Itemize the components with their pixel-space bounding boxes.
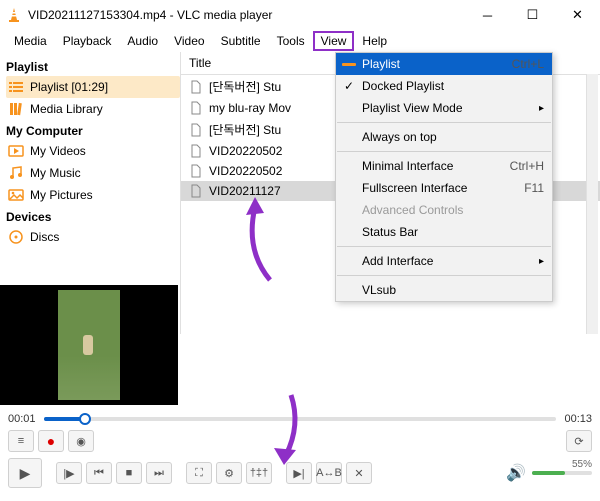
- sidebar-item-label: My Videos: [30, 144, 86, 158]
- title-bar: VID20211127153304.mp4 - VLC media player…: [0, 0, 600, 30]
- sidebar-item-label: Media Library: [30, 102, 103, 116]
- menu-audio[interactable]: Audio: [119, 31, 166, 51]
- maximize-button[interactable]: ☐: [510, 0, 555, 30]
- ab-loop-button[interactable]: A↔B: [316, 462, 342, 484]
- document-icon: [189, 80, 203, 94]
- menu-tools[interactable]: Tools: [269, 31, 313, 51]
- sidebar-item-label: My Music: [30, 166, 81, 180]
- time-current: 00:01: [8, 413, 36, 425]
- dd-item-playlist[interactable]: PlaylistCtrl+L: [336, 53, 552, 75]
- sidebar-item-playlist[interactable]: Playlist [01:29]: [6, 76, 180, 98]
- window-title: VID20211127153304.mp4 - VLC media player: [28, 8, 465, 22]
- sidebar-item-my-pictures[interactable]: My Pictures: [6, 184, 180, 206]
- dd-separator: [337, 246, 551, 247]
- annotation-arrow-up: [230, 195, 290, 285]
- playlist-toggle-button[interactable]: ≡: [8, 430, 34, 452]
- sidebar-item-my-videos[interactable]: My Videos: [6, 140, 180, 162]
- record-button[interactable]: ●: [38, 430, 64, 452]
- sidebar-item-my-music[interactable]: My Music: [6, 162, 180, 184]
- document-icon: [189, 184, 203, 198]
- scrollbar[interactable]: [586, 74, 598, 334]
- dd-item-add-interface[interactable]: Add Interface: [336, 250, 552, 272]
- sidebar-item-label: My Pictures: [30, 188, 93, 202]
- time-total: 00:13: [564, 413, 592, 425]
- sidebar-item-label: Discs: [30, 230, 59, 244]
- loop-button[interactable]: ⟳: [566, 430, 592, 452]
- volume-label: 55%: [572, 459, 592, 470]
- document-icon: [189, 123, 203, 137]
- dd-separator: [337, 151, 551, 152]
- music-icon: [8, 165, 24, 181]
- dd-item-status-bar[interactable]: Status Bar: [336, 221, 552, 243]
- menu-view[interactable]: View: [313, 31, 355, 51]
- menu-media[interactable]: Media: [6, 31, 55, 51]
- disc-icon: [8, 229, 24, 245]
- menu-video[interactable]: Video: [166, 31, 212, 51]
- document-icon: [189, 144, 203, 158]
- dd-item-playlist-view-mode[interactable]: Playlist View Mode: [336, 97, 552, 119]
- sidebar-item-discs[interactable]: Discs: [6, 226, 180, 248]
- media-library-icon: [8, 101, 24, 117]
- vlc-cone-icon: [6, 7, 22, 23]
- dd-separator: [337, 275, 551, 276]
- volume-fill: [532, 471, 565, 475]
- menu-bar: Media Playback Audio Video Subtitle Tool…: [0, 30, 600, 52]
- volume-track[interactable]: [532, 471, 592, 475]
- dd-item-docked-playlist[interactable]: Docked Playlist: [336, 75, 552, 97]
- minimize-button[interactable]: ─: [465, 0, 510, 30]
- next-button[interactable]: ⏭: [146, 462, 172, 484]
- stop-button[interactable]: ■: [116, 462, 142, 484]
- close-button[interactable]: ✕: [555, 0, 600, 30]
- dd-item-always-on-top[interactable]: Always on top: [336, 126, 552, 148]
- document-icon: [189, 101, 203, 115]
- volume-control: 🔊 55%: [506, 463, 592, 483]
- playlist-icon: [8, 79, 24, 95]
- sidebar-item-media-library[interactable]: Media Library: [6, 98, 180, 120]
- dd-separator: [337, 122, 551, 123]
- speaker-icon[interactable]: 🔊: [506, 463, 526, 483]
- dd-item-fullscreen-interface[interactable]: Fullscreen InterfaceF11: [336, 177, 552, 199]
- seek-knob[interactable]: [79, 413, 91, 425]
- menu-playback[interactable]: Playback: [55, 31, 120, 51]
- previous-button[interactable]: ⏮: [86, 462, 112, 484]
- pictures-icon: [8, 187, 24, 203]
- shuffle-button[interactable]: ✕: [346, 462, 372, 484]
- extended-settings-button[interactable]: ⚙: [216, 462, 242, 484]
- video-preview[interactable]: [0, 285, 178, 405]
- video-thumbnail: [58, 290, 120, 400]
- step-back-button[interactable]: |▶: [56, 462, 82, 484]
- fullscreen-button[interactable]: ⛶: [186, 462, 212, 484]
- sidebar-heading-devices: Devices: [6, 210, 180, 224]
- sidebar-item-label: Playlist [01:29]: [30, 80, 108, 94]
- dd-item-minimal-interface[interactable]: Minimal InterfaceCtrl+H: [336, 155, 552, 177]
- menu-subtitle[interactable]: Subtitle: [213, 31, 269, 51]
- view-dropdown: PlaylistCtrl+L Docked Playlist Playlist …: [335, 52, 553, 302]
- menu-help[interactable]: Help: [354, 31, 395, 51]
- sidebar-heading-my-computer: My Computer: [6, 124, 180, 138]
- snapshot-button[interactable]: ◉: [68, 430, 94, 452]
- sidebar-heading-playlist: Playlist: [6, 60, 180, 74]
- document-icon: [189, 164, 203, 178]
- play-button[interactable]: ▶: [8, 458, 42, 488]
- videos-icon: [8, 143, 24, 159]
- annotation-arrow-down: [266, 390, 316, 470]
- dd-item-advanced-controls: Advanced Controls: [336, 199, 552, 221]
- dd-item-vlsub[interactable]: VLsub: [336, 279, 552, 301]
